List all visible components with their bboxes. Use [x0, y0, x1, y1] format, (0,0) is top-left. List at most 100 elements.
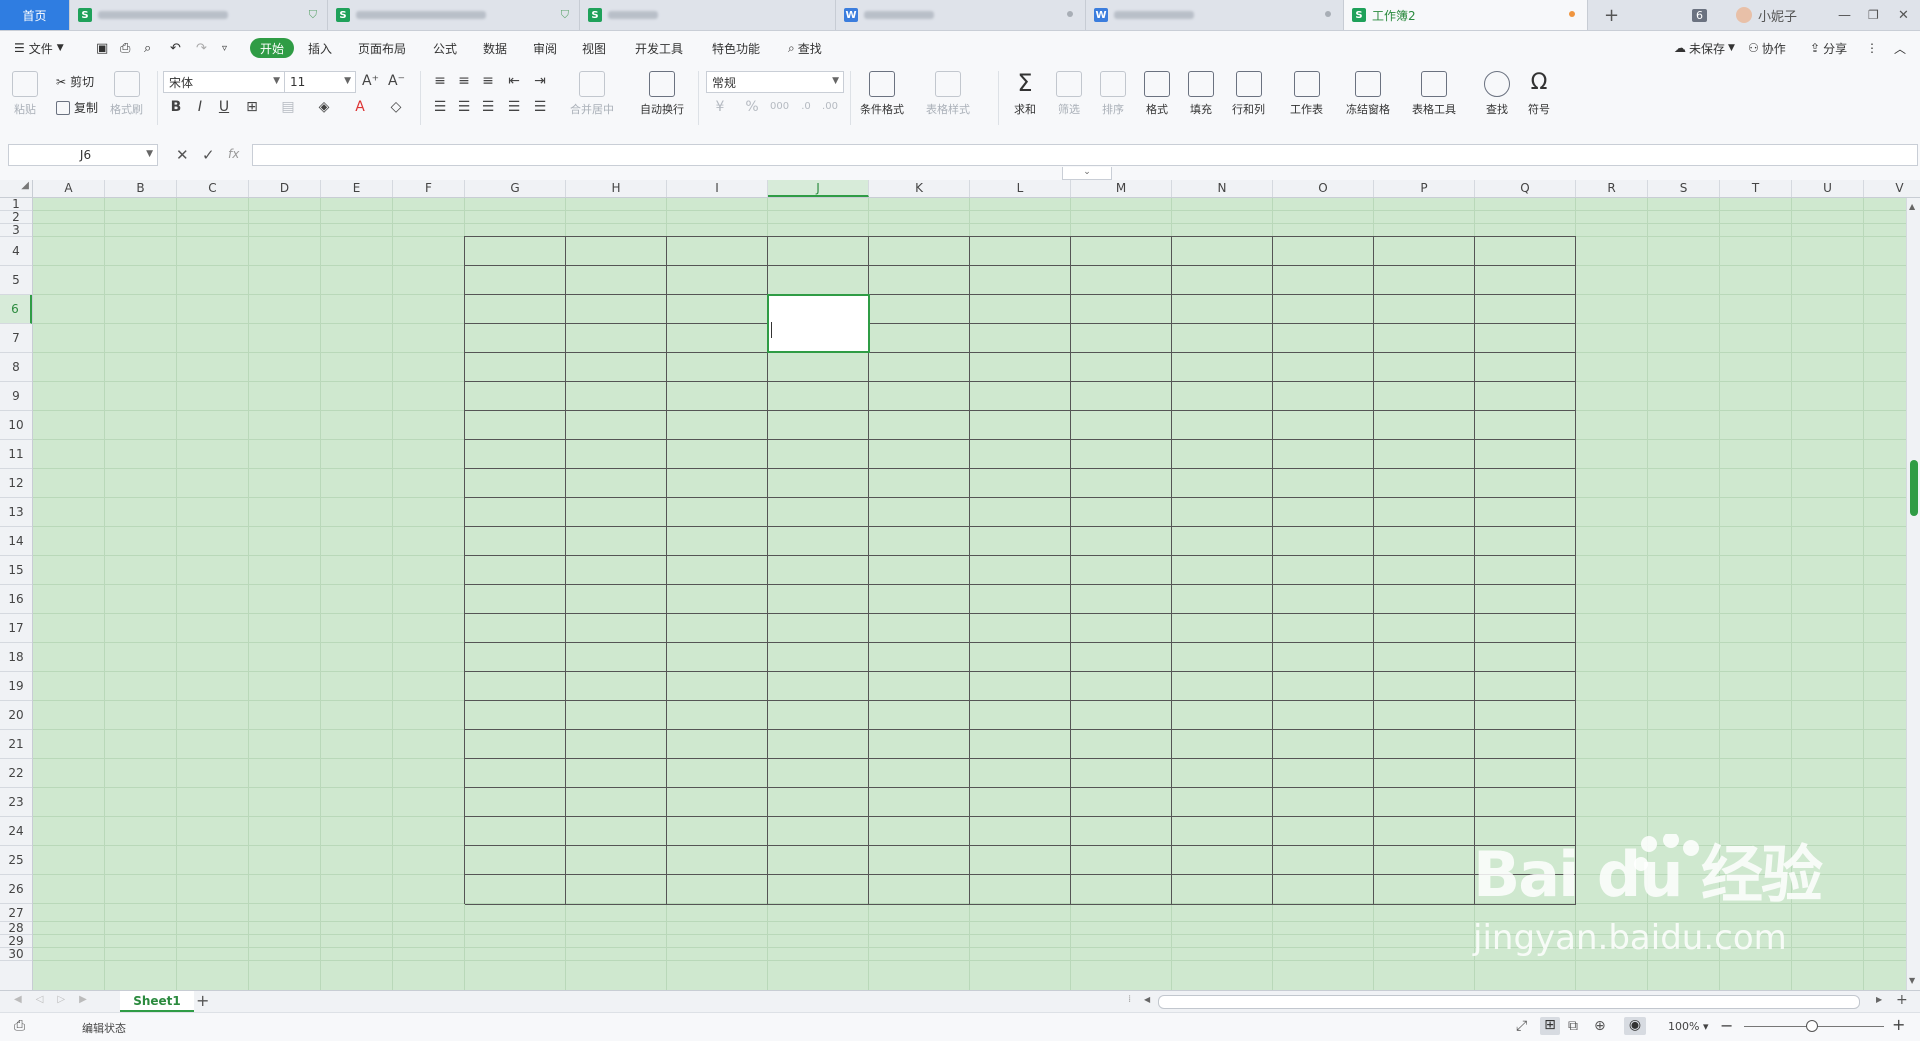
row-header-6[interactable]: 6 [0, 295, 32, 324]
italic-icon[interactable]: I [192, 99, 208, 115]
column-header-V[interactable]: V [1864, 180, 1920, 197]
fullscreen-icon[interactable]: ⤢ [1516, 1018, 1527, 1034]
row-header-24[interactable]: 24 [0, 817, 32, 846]
border-icon[interactable]: ⊞ [244, 99, 260, 115]
eye-protection-icon[interactable]: ◉ [1624, 1017, 1646, 1035]
confirm-icon[interactable]: ✓ [202, 146, 215, 164]
paste-button[interactable]: 粘贴 [12, 71, 38, 117]
select-all-corner[interactable]: ◢ [0, 180, 33, 197]
unsaved-status[interactable]: ☁ 未保存 ▼ [1674, 31, 1735, 65]
row-header-18[interactable]: 18 [0, 643, 32, 672]
align-middle-icon[interactable]: ≡ [456, 73, 472, 89]
restore-icon[interactable]: ❐ [1868, 0, 1879, 30]
align-center-icon[interactable]: ☰ [456, 99, 472, 115]
increase-decimal-icon[interactable]: .0 [798, 99, 814, 115]
format-painter-button[interactable]: 格式刷 [110, 71, 143, 117]
zoom-out-icon[interactable]: − [1720, 1016, 1733, 1035]
tab-document[interactable]: S ⛉ [70, 0, 328, 30]
sum-button[interactable]: Σ 求和 [1012, 71, 1038, 117]
sheet-grid[interactable]: Bai du 经验 jingyan.baidu.com [33, 198, 1906, 990]
indent-increase-icon[interactable]: ⇥ [532, 73, 548, 89]
redo-icon[interactable]: ↷ [196, 31, 207, 65]
row-header-26[interactable]: 26 [0, 875, 32, 904]
tab-home[interactable]: 首页 [0, 0, 70, 30]
tab-start[interactable]: 开始 [250, 38, 295, 58]
save-icon[interactable]: ▣ [96, 31, 108, 65]
zoom-slider-thumb[interactable] [1806, 1020, 1818, 1032]
formula-input[interactable] [252, 144, 1918, 166]
column-header-G[interactable]: G [465, 180, 566, 197]
macro-record-icon[interactable]: ⎙ [14, 1018, 25, 1034]
column-header-J[interactable]: J [768, 180, 869, 197]
scroll-right-icon[interactable]: ▶ [1876, 995, 1882, 1004]
row-header-11[interactable]: 11 [0, 440, 32, 469]
tab-document[interactable]: S [580, 0, 836, 30]
reading-mode-icon[interactable]: ⊕ [1594, 1018, 1606, 1034]
column-header-P[interactable]: P [1374, 180, 1475, 197]
row-header-22[interactable]: 22 [0, 759, 32, 788]
table-tools-button[interactable]: 表格工具 [1412, 71, 1456, 117]
column-header-A[interactable]: A [33, 180, 105, 197]
bold-icon[interactable]: B [168, 99, 184, 115]
fx-icon[interactable]: fx [228, 147, 239, 161]
cancel-icon[interactable]: ✕ [176, 146, 189, 164]
hscroll-split-icon[interactable]: ⁞ [1128, 994, 1131, 1005]
vertical-scrollbar[interactable]: ▲ ▼ [1906, 198, 1920, 990]
row-header-9[interactable]: 9 [0, 382, 32, 411]
column-header-D[interactable]: D [249, 180, 321, 197]
share-button[interactable]: ⇪ 分享 [1810, 31, 1847, 65]
column-header-F[interactable]: F [393, 180, 465, 197]
row-header-3[interactable]: 3 [0, 223, 32, 237]
row-header-5[interactable]: 5 [0, 266, 32, 295]
sheet-nav-arrows[interactable]: ◀◁▷▶ [14, 994, 101, 1005]
table-style-button[interactable]: 表格样式 [926, 71, 970, 117]
menu-review[interactable]: 审阅 [533, 31, 557, 65]
font-color-icon[interactable]: A [352, 99, 368, 115]
expand-formula-icon[interactable]: ⌄ [1062, 167, 1112, 180]
scroll-thumb[interactable] [1910, 460, 1918, 516]
merge-center-button[interactable]: 合并居中 [570, 71, 614, 117]
column-header-C[interactable]: C [177, 180, 249, 197]
decrease-font-icon[interactable]: A⁻ [388, 73, 405, 89]
normal-view-icon[interactable]: ⊞ [1540, 1017, 1560, 1035]
menu-data[interactable]: 数据 [483, 31, 507, 65]
horizontal-scroll-thumb[interactable] [1158, 995, 1860, 1009]
wrap-text-button[interactable]: 自动换行 [640, 71, 684, 117]
user-profile[interactable]: 小妮子 [1736, 0, 1797, 30]
freeze-panes-button[interactable]: 冻结窗格 [1346, 71, 1390, 117]
row-header-8[interactable]: 8 [0, 353, 32, 382]
number-format-select[interactable]: 常规 ▼ [706, 71, 844, 93]
file-menu[interactable]: ☰ 文件 ▼ [14, 31, 64, 65]
menu-formula[interactable]: 公式 [433, 31, 457, 65]
fill-button[interactable]: 填充 [1188, 71, 1214, 117]
undo-icon[interactable]: ↶ [170, 31, 181, 65]
zoom-level[interactable]: 100% ▾ [1668, 1020, 1708, 1033]
font-size-select[interactable]: 11 ▼ [284, 71, 356, 93]
row-header-7[interactable]: 7 [0, 324, 32, 353]
tab-document[interactable]: W [836, 0, 1086, 30]
column-header-L[interactable]: L [970, 180, 1071, 197]
zoom-in-icon[interactable]: + [1892, 1015, 1905, 1034]
column-header-T[interactable]: T [1720, 180, 1792, 197]
indent-decrease-icon[interactable]: ⇤ [506, 73, 522, 89]
column-header-U[interactable]: U [1792, 180, 1864, 197]
row-header-10[interactable]: 10 [0, 411, 32, 440]
find-button[interactable]: 查找 [1484, 71, 1510, 117]
scroll-left-icon[interactable]: ◀ [1144, 995, 1150, 1004]
row-header-25[interactable]: 25 [0, 846, 32, 875]
symbol-button[interactable]: Ω 符号 [1526, 71, 1552, 117]
print-preview-icon[interactable]: ⌕ [144, 31, 151, 65]
close-icon[interactable]: ✕ [1898, 0, 1909, 30]
column-header-N[interactable]: N [1172, 180, 1273, 197]
row-header-20[interactable]: 20 [0, 701, 32, 730]
menu-view[interactable]: 视图 [582, 31, 606, 65]
align-bottom-icon[interactable]: ≡ [480, 73, 496, 89]
column-header-B[interactable]: B [105, 180, 177, 197]
scroll-down-icon[interactable]: ▼ [1909, 976, 1915, 985]
tab-close-dot[interactable] [1325, 11, 1331, 17]
menu-page-layout[interactable]: 页面布局 [358, 31, 406, 65]
column-header-E[interactable]: E [321, 180, 393, 197]
tab-document[interactable]: W [1086, 0, 1344, 30]
add-sheet-icon[interactable]: + [196, 991, 209, 1010]
copy-button[interactable]: 复制 [56, 99, 98, 116]
